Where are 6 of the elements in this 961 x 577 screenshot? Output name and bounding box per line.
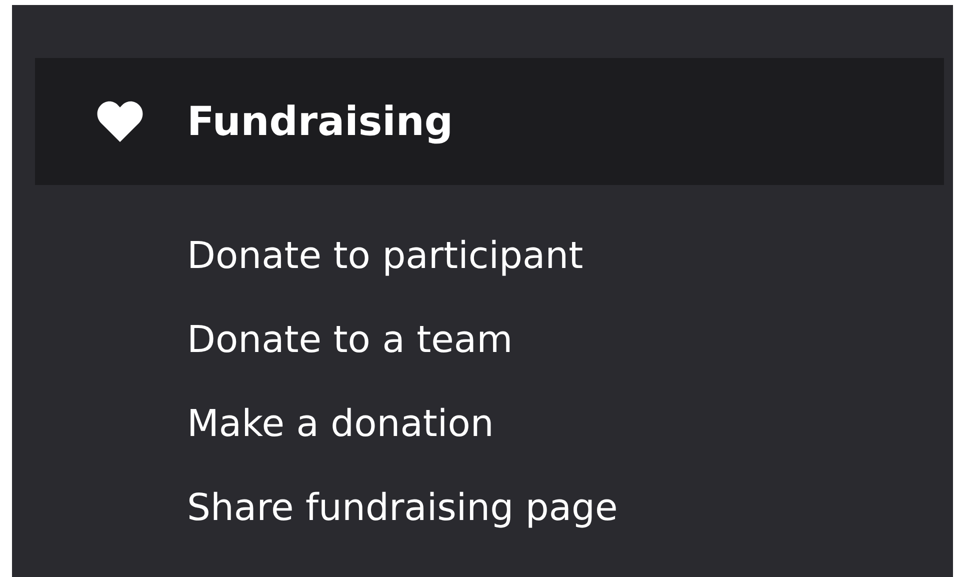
menu-link[interactable]: Donate to a team [187, 298, 513, 382]
menu-link[interactable]: Make a donation [187, 382, 494, 466]
menu-link[interactable]: Donate to participant [187, 214, 584, 298]
section-title: Fundraising [187, 98, 453, 144]
menu-link[interactable]: Share fundraising page [187, 466, 618, 550]
heart-icon [95, 100, 145, 144]
